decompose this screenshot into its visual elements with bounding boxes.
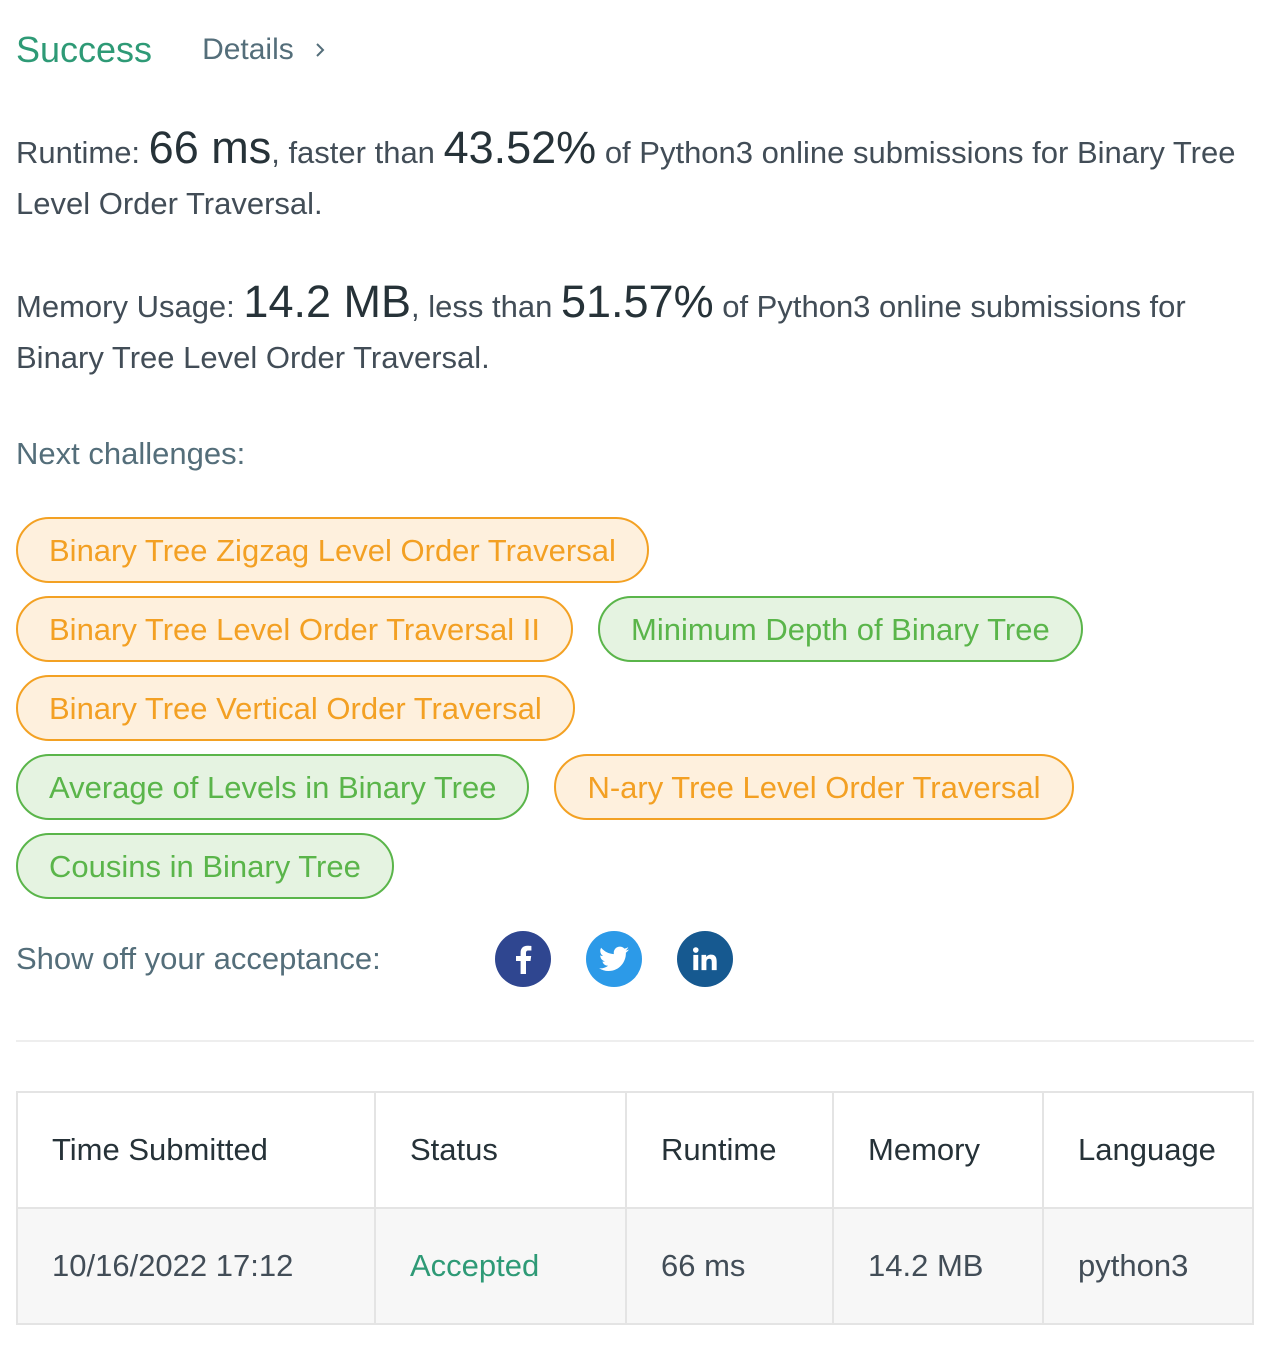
column-header-language: Language — [1042, 1091, 1254, 1209]
linkedin-share-button[interactable] — [677, 931, 733, 987]
cell-language: python3 — [1042, 1207, 1254, 1325]
challenge-row: Binary Tree Level Order Traversal II Min… — [16, 596, 1256, 662]
memory-label: Memory Usage: — [16, 289, 235, 324]
submissions-table: Time Submitted Status Runtime Memory Lan… — [16, 1091, 1254, 1325]
twitter-icon — [599, 946, 629, 971]
cell-time-submitted: 10/16/2022 17:12 — [16, 1207, 376, 1325]
table-row: 10/16/2022 17:12 Accepted 66 ms 14.2 MB … — [16, 1207, 1254, 1325]
share-section: Show off your acceptance: — [16, 930, 768, 988]
challenge-row: Binary Tree Zigzag Level Order Traversal — [16, 517, 1256, 583]
next-challenges-label: Next challenges: — [16, 436, 246, 471]
chevron-right-icon — [316, 43, 325, 57]
facebook-share-button[interactable] — [495, 931, 551, 987]
linkedin-icon — [692, 947, 717, 971]
challenge-tag[interactable]: N-ary Tree Level Order Traversal — [554, 754, 1074, 820]
challenge-tag[interactable]: Average of Levels in Binary Tree — [16, 754, 530, 820]
runtime-percent: 43.52% — [443, 122, 597, 173]
details-label: Details — [202, 33, 294, 66]
column-header-memory: Memory — [832, 1091, 1044, 1209]
next-challenges-list: Binary Tree Zigzag Level Order Traversal… — [16, 517, 1256, 912]
challenge-tag[interactable]: Cousins in Binary Tree — [16, 833, 394, 899]
result-header: Success Details — [16, 26, 328, 74]
memory-percent: 51.57% — [560, 276, 714, 327]
table-header-row: Time Submitted Status Runtime Memory Lan… — [16, 1091, 1254, 1209]
cell-status-link[interactable]: Accepted — [374, 1207, 627, 1325]
twitter-share-button[interactable] — [586, 931, 642, 987]
challenge-tag[interactable]: Binary Tree Vertical Order Traversal — [16, 675, 575, 741]
runtime-stat: Runtime: 66 ms, faster than 43.52% of Py… — [16, 122, 1246, 229]
details-link[interactable]: Details — [202, 33, 328, 67]
share-label: Show off your acceptance: — [16, 941, 381, 976]
column-header-status: Status — [374, 1091, 627, 1209]
challenge-row: Cousins in Binary Tree — [16, 833, 1256, 899]
runtime-label: Runtime: — [16, 135, 141, 170]
memory-stat: Memory Usage: 14.2 MB, less than 51.57% … — [16, 276, 1246, 383]
section-divider — [16, 1040, 1254, 1042]
column-header-time: Time Submitted — [16, 1091, 376, 1209]
challenge-tag[interactable]: Binary Tree Zigzag Level Order Traversal — [16, 517, 649, 583]
challenge-row: Binary Tree Vertical Order Traversal — [16, 675, 1256, 741]
cell-runtime: 66 ms — [625, 1207, 834, 1325]
memory-mid-text: , less than — [411, 289, 553, 324]
column-header-runtime: Runtime — [625, 1091, 834, 1209]
runtime-value: 66 ms — [148, 122, 272, 173]
challenge-row: Average of Levels in Binary Tree N-ary T… — [16, 754, 1256, 820]
status-title: Success — [16, 29, 153, 70]
facebook-icon — [516, 945, 532, 974]
memory-value: 14.2 MB — [243, 276, 412, 327]
runtime-mid-text: , faster than — [271, 135, 435, 170]
challenge-tag[interactable]: Binary Tree Level Order Traversal II — [16, 596, 574, 662]
challenge-tag[interactable]: Minimum Depth of Binary Tree — [598, 596, 1083, 662]
cell-memory: 14.2 MB — [832, 1207, 1044, 1325]
